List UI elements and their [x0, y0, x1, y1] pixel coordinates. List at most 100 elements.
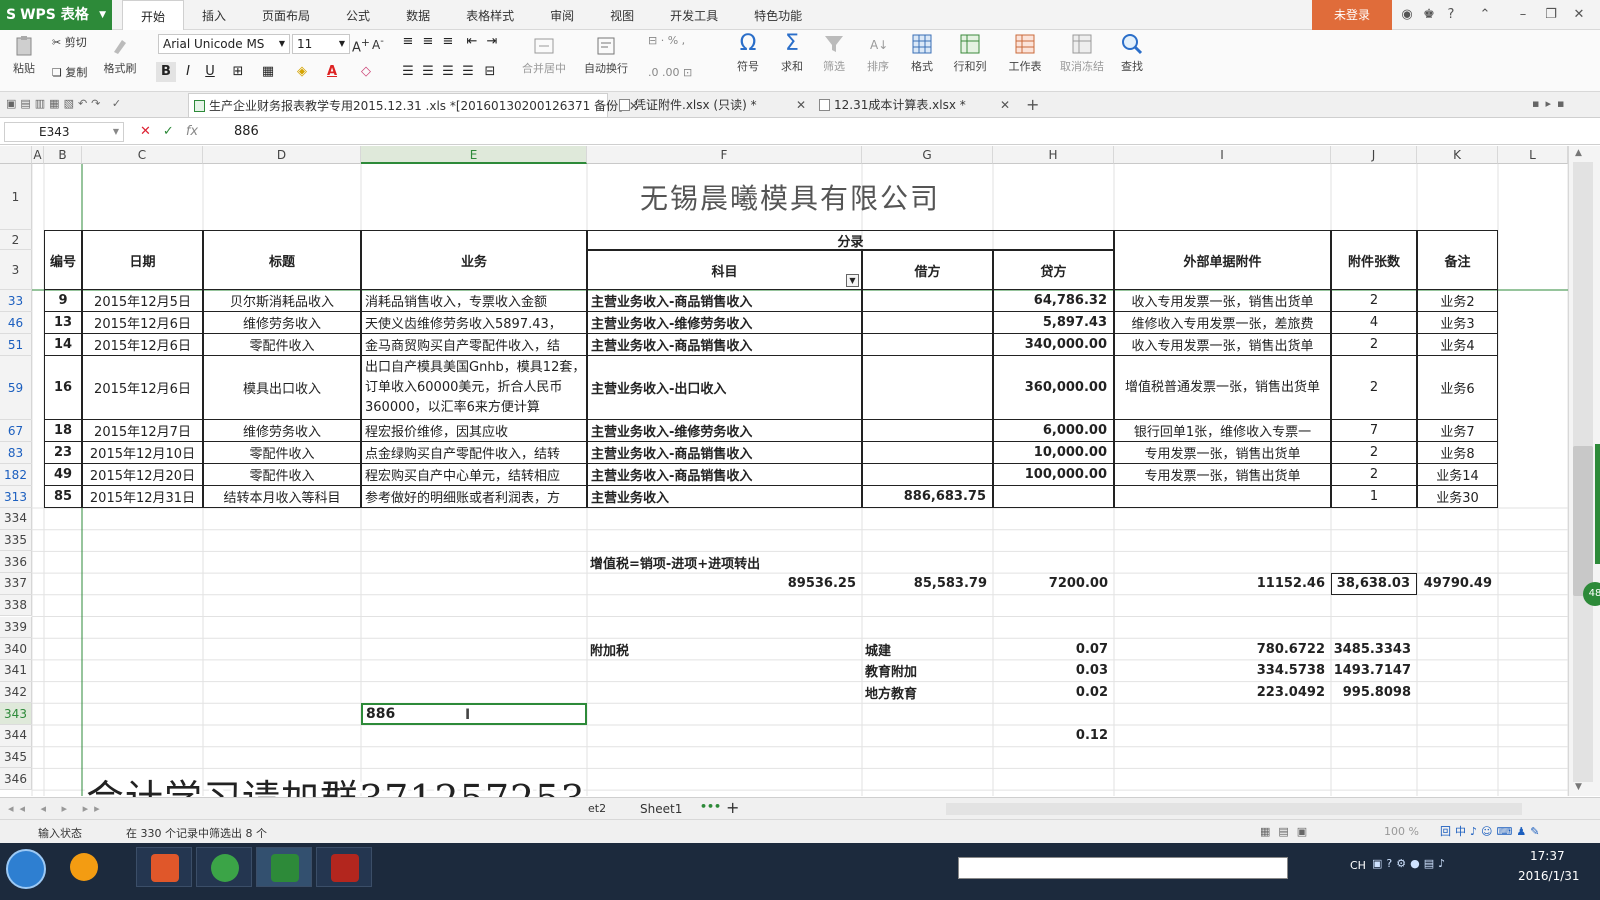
view-mode-icons[interactable]: ▦▤▣	[1260, 825, 1315, 838]
vat-value-i[interactable]: 11152.46	[1114, 573, 1331, 595]
cell-title[interactable]: 零配件收入	[203, 464, 361, 486]
taskbar-app-photos[interactable]	[56, 847, 112, 887]
cell-business[interactable]: 参考做好的明细账或者利润表，方	[361, 486, 587, 508]
cell-attachment[interactable]	[1114, 486, 1331, 508]
add-sheet-plus-icon[interactable]: +	[726, 798, 739, 817]
tab-data[interactable]: 数据	[388, 0, 448, 30]
cell-attachment[interactable]: 维修收入专用发票一张，差旅费	[1114, 312, 1331, 334]
cell-date[interactable]: 2015年12月10日	[82, 442, 203, 464]
symbol-button[interactable]: Ω 符号	[728, 32, 768, 74]
cell-business[interactable]: 天使义齿维修劳务收入5897.43，	[361, 312, 587, 334]
decrease-font-icon[interactable]: A-	[372, 36, 384, 52]
align-center-icon[interactable]: ☰	[418, 62, 438, 82]
cell-business[interactable]: 出口自产模具美国Gnhb，模具12套，订单收入60000美元，折合人民币3600…	[361, 356, 587, 420]
cell-business[interactable]: 程宏报价维修，因其应收	[361, 420, 587, 442]
font-name-select[interactable]: Arial Unicode MS ▼	[158, 34, 290, 54]
cell-business[interactable]: 程宏购买自产中心单元，结转相应	[361, 464, 587, 486]
filter-dropdown-icon[interactable]: ▼	[846, 274, 859, 287]
cell-debit[interactable]	[862, 420, 993, 442]
cell-debit[interactable]: 886,683.75	[862, 486, 993, 508]
cell-subject[interactable]: 主营业务收入-商品销售收入	[587, 290, 862, 312]
doc-tab-finance[interactable]: 生产企业财务报表教学专用2015.12.31 .xls *[2016013020…	[188, 93, 639, 117]
cell-date[interactable]: 2015年12月20日	[82, 464, 203, 486]
taskbar-app-recorder[interactable]	[316, 847, 372, 887]
cell-no[interactable]: 18	[44, 420, 82, 442]
align-left-icon[interactable]: ☰	[398, 62, 418, 82]
taskbar-app-browser[interactable]	[196, 847, 252, 887]
cell-no[interactable]: 14	[44, 334, 82, 356]
vat-value-g[interactable]: 85,583.79	[862, 573, 993, 595]
scroll-up-icon[interactable]: ▲	[1575, 148, 1582, 158]
vat-value-h[interactable]: 7200.00	[993, 573, 1114, 595]
taskbar-search-box[interactable]	[958, 857, 1288, 879]
cell-remark[interactable]: 业务7	[1417, 420, 1498, 442]
cell-remark[interactable]: 业务8	[1417, 442, 1498, 464]
scroll-thumb[interactable]	[1573, 446, 1593, 596]
cell-credit[interactable]	[993, 486, 1114, 508]
cell-remark[interactable]: 业务2	[1417, 290, 1498, 312]
tab-table-style[interactable]: 表格样式	[448, 0, 532, 30]
surtax-amount-j[interactable]: 995.8098	[1331, 682, 1417, 704]
merge-border-icon[interactable]: ▦	[258, 62, 278, 82]
tab-home[interactable]: 开始	[122, 0, 185, 30]
align-right-icon[interactable]: ☰	[438, 62, 458, 82]
collapse-ribbon-icon[interactable]: ⌃	[1474, 0, 1496, 30]
cell-subject[interactable]: 主营业务收入-商品销售收入	[587, 464, 862, 486]
cell-credit[interactable]: 64,786.32	[993, 290, 1114, 312]
justify-icon[interactable]: ☰	[458, 62, 478, 82]
login-button[interactable]: 未登录	[1312, 0, 1392, 30]
cell-business[interactable]: 消耗品销售收入，专票收入金额	[361, 290, 587, 312]
cell-remark[interactable]: 业务14	[1417, 464, 1498, 486]
cell-no[interactable]: 13	[44, 312, 82, 334]
cell-attachment[interactable]: 增值税普通发票一张，销售出货单	[1114, 356, 1331, 420]
cell-credit[interactable]: 360,000.00	[993, 356, 1114, 420]
surtax-rate[interactable]: 0.02	[993, 682, 1114, 704]
taskbar-app-wps-presentation[interactable]	[136, 847, 192, 887]
vertical-scrollbar[interactable]: ▲ 48 ▼	[1568, 146, 1600, 796]
cell-date[interactable]: 2015年12月5日	[82, 290, 203, 312]
cell-credit[interactable]: 340,000.00	[993, 334, 1114, 356]
cut-button[interactable]: ✂ 剪切	[52, 34, 87, 50]
taskbar-app-wps-spreadsheet[interactable]	[256, 847, 312, 887]
cell-remark[interactable]: 业务4	[1417, 334, 1498, 356]
bold-button[interactable]: B	[156, 62, 176, 82]
cell-credit[interactable]: 100,000.00	[993, 464, 1114, 486]
tab-view[interactable]: 视图	[592, 0, 652, 30]
distributed-icon[interactable]: ⊟	[480, 62, 500, 82]
help-icon[interactable]: ?	[1440, 0, 1462, 30]
close-icon[interactable]: ✕	[1568, 0, 1590, 30]
tab-special[interactable]: 特色功能	[736, 0, 820, 30]
active-cell-e343[interactable]: 886 I	[361, 703, 587, 725]
close-icon[interactable]: ✕	[1000, 93, 1010, 117]
align-top-icon[interactable]: ≡	[398, 32, 418, 52]
cell-subject[interactable]: 主营业务收入-商品销售收入	[587, 334, 862, 356]
zoom-level[interactable]: 100 %	[1384, 825, 1419, 838]
indent-increase-icon[interactable]: ⇥	[482, 32, 502, 52]
format-button[interactable]: 格式	[902, 32, 942, 74]
cell-title[interactable]: 结转本月收入等科目	[203, 486, 361, 508]
tab-insert[interactable]: 插入	[184, 0, 244, 30]
cell-attachment[interactable]: 专用发票一张，销售出货单	[1114, 442, 1331, 464]
find-button[interactable]: 查找	[1112, 32, 1152, 74]
decimal-icon[interactable]: .0 .00 ⊡	[648, 66, 692, 79]
italic-button[interactable]: I	[178, 62, 198, 82]
ime-toolbar[interactable]: 回中♪☺⌨♟✎	[1440, 823, 1543, 839]
tab-developer[interactable]: 开发工具	[652, 0, 736, 30]
underline-button[interactable]: U	[200, 62, 220, 82]
surtax-rate[interactable]: 0.07	[993, 638, 1114, 660]
cell-count[interactable]: 4	[1331, 312, 1417, 334]
confirm-icon[interactable]: ✓	[163, 124, 174, 139]
align-middle-icon[interactable]: ≡	[418, 32, 438, 52]
sheet-nav-icons[interactable]: ◂◂ ◂ ▸ ▸▸	[8, 802, 106, 815]
worksheet-button[interactable]: 工作表	[1000, 32, 1050, 74]
sort-button[interactable]: A↓ 排序	[858, 32, 898, 74]
merge-center-button[interactable]: 合并居中	[512, 34, 576, 76]
cell-credit[interactable]: 5,897.43	[993, 312, 1114, 334]
language-indicator[interactable]: CH	[1350, 859, 1366, 872]
cell-attachment[interactable]: 银行回单1张，维修收入专票一	[1114, 420, 1331, 442]
wrap-text-button[interactable]: 自动换行	[580, 34, 632, 76]
tab-page-layout[interactable]: 页面布局	[244, 0, 328, 30]
tab-review[interactable]: 审阅	[532, 0, 592, 30]
cell-title[interactable]: 零配件收入	[203, 334, 361, 356]
cell-no[interactable]: 85	[44, 486, 82, 508]
